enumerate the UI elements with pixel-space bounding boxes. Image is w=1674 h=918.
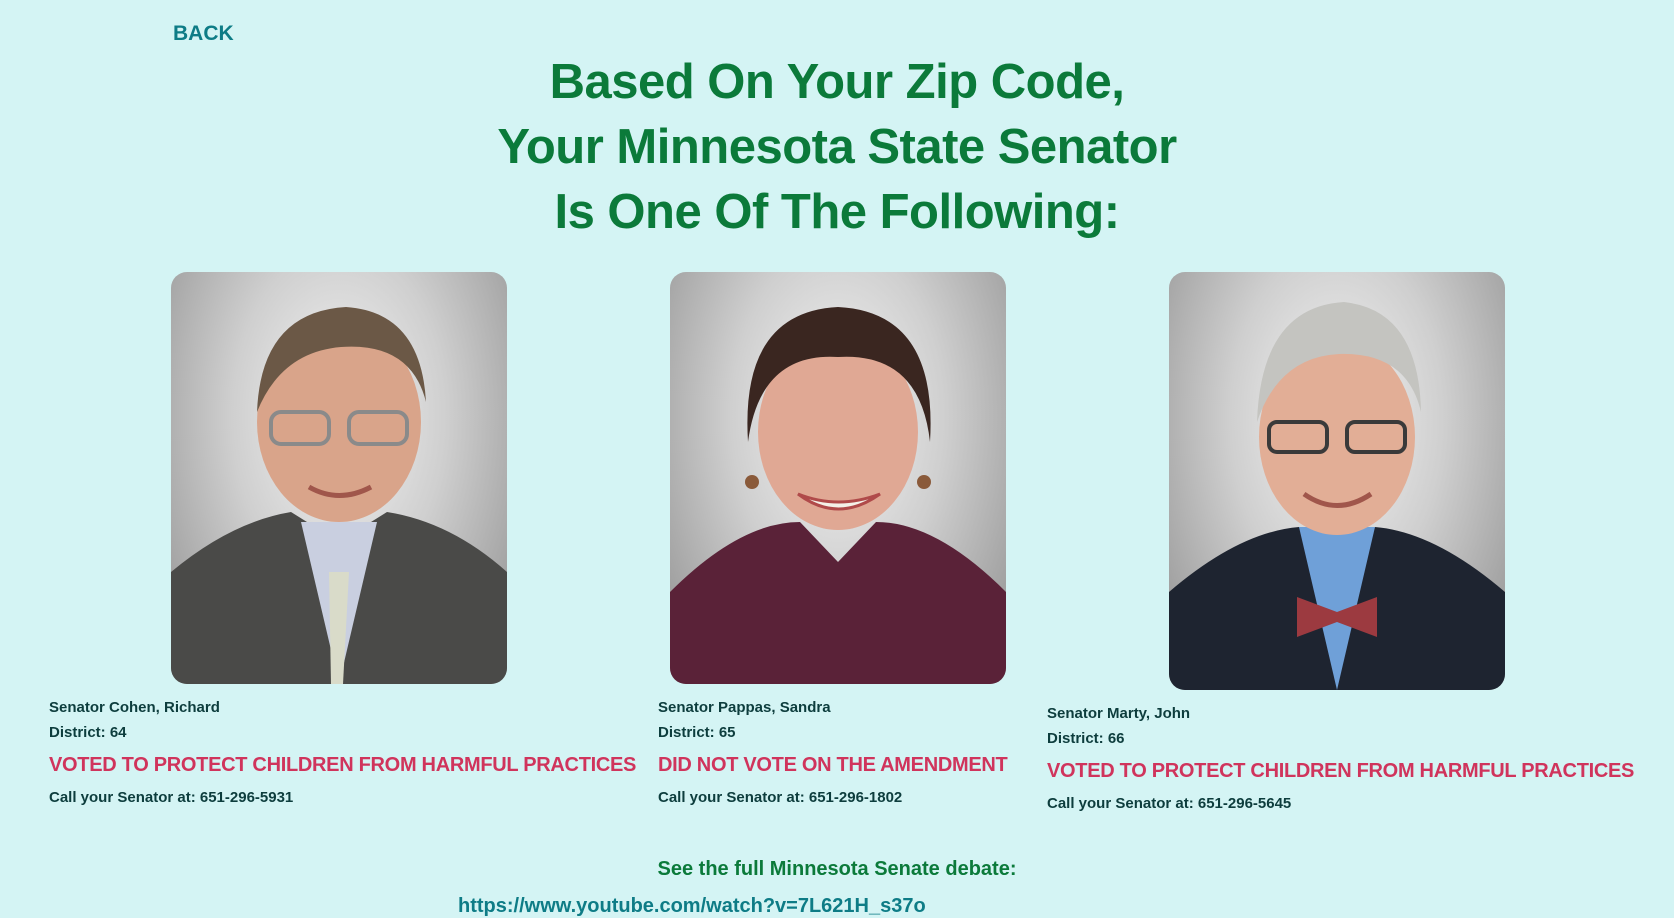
senator-photo — [171, 272, 507, 684]
senator-name: Senator Cohen, Richard — [49, 699, 220, 716]
senator-vote-status: VOTED TO PROTECT CHILDREN FROM HARMFUL P… — [49, 754, 637, 776]
page-title: Based On Your Zip Code, Your Minnesota S… — [0, 50, 1674, 245]
debate-label: See the full Minnesota Senate debate: — [657, 858, 1017, 880]
senator-photo — [1169, 272, 1505, 690]
page-title-line-2: Your Minnesota State Senator — [497, 120, 1177, 174]
page-title-line-3: Is One Of The Following: — [554, 185, 1120, 239]
senator-vote-status: VOTED TO PROTECT CHILDREN FROM HARMFUL P… — [1047, 760, 1635, 782]
senator-name: Senator Pappas, Sandra — [658, 699, 831, 716]
senator-phone: Call your Senator at: 651-296-5931 — [49, 789, 294, 806]
page-title-line-1: Based On Your Zip Code, — [549, 55, 1125, 109]
senator-photo — [670, 272, 1006, 684]
senator-district: District: 66 — [1047, 730, 1125, 747]
senator-district: District: 65 — [658, 724, 736, 741]
debate-video-link[interactable]: https://www.youtube.com/watch?v=7L621H_s… — [458, 895, 926, 918]
senator-phone: Call your Senator at: 651-296-1802 — [658, 789, 903, 806]
back-link[interactable]: BACK — [173, 22, 234, 46]
senator-district: District: 64 — [49, 724, 127, 741]
senator-vote-status: DID NOT VOTE ON THE AMENDMENT — [658, 754, 1008, 776]
senator-name: Senator Marty, John — [1047, 705, 1191, 722]
senator-phone: Call your Senator at: 651-296-5645 — [1047, 795, 1292, 812]
